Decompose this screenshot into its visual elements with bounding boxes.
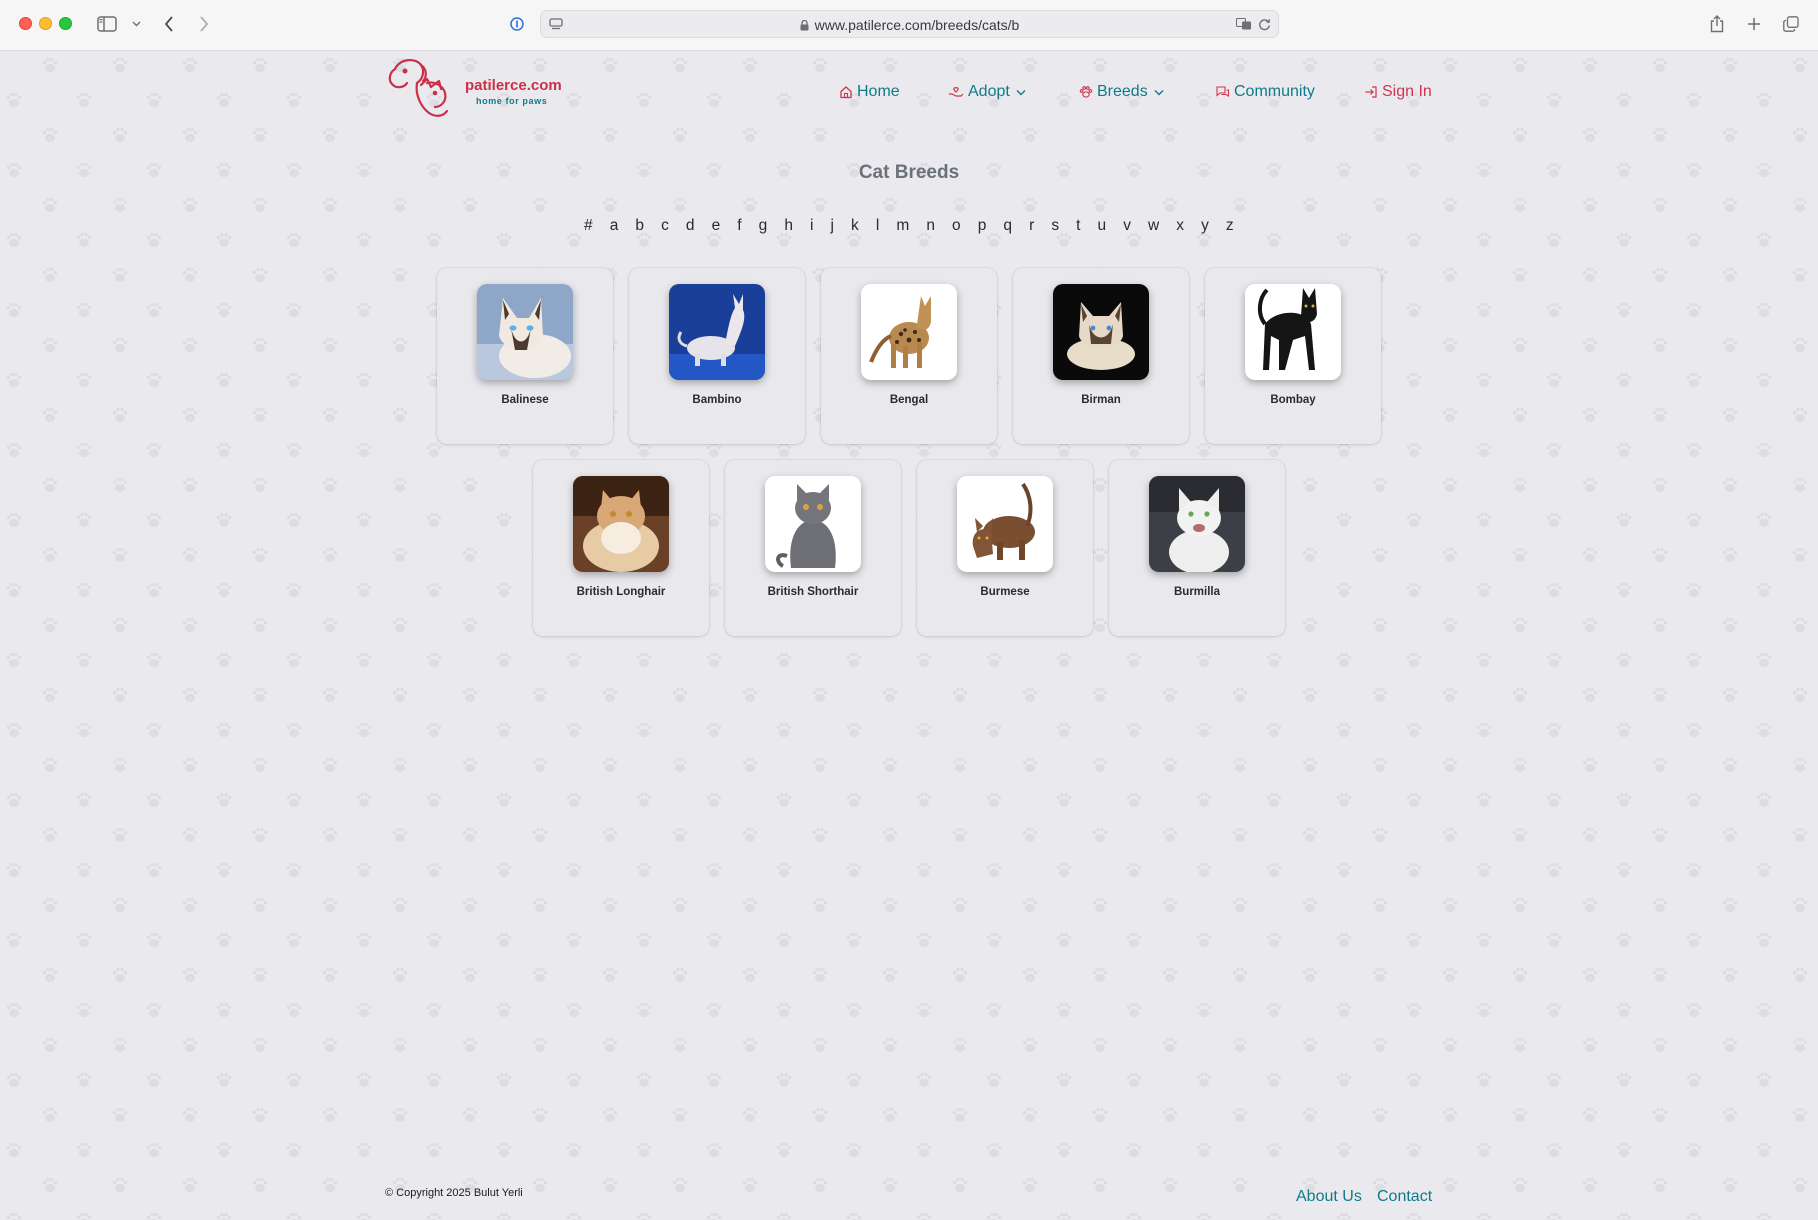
close-window-button[interactable] <box>19 17 32 30</box>
letter-link[interactable]: o <box>952 217 961 239</box>
paw-icon <box>1079 86 1093 98</box>
letter-link[interactable]: e <box>712 217 721 239</box>
maximize-window-button[interactable] <box>59 17 72 30</box>
letter-link[interactable]: y <box>1201 217 1209 239</box>
letter-link[interactable]: a <box>610 217 619 239</box>
letter-link[interactable]: b <box>635 217 644 239</box>
page-title: Cat Breeds <box>858 162 960 183</box>
nav-home[interactable]: Home <box>839 80 900 104</box>
breed-card-bambino[interactable]: Bambino <box>629 268 805 444</box>
nav-breeds[interactable]: Breeds <box>1079 80 1164 104</box>
breed-photo <box>957 476 1053 572</box>
letter-link[interactable]: t <box>1076 217 1080 239</box>
logo-tagline: home for paws <box>476 96 548 106</box>
chevron-down-icon <box>1154 89 1164 95</box>
letter-link[interactable]: z <box>1226 217 1234 239</box>
letter-link[interactable]: x <box>1176 217 1184 239</box>
share-icon[interactable] <box>1708 12 1726 36</box>
reload-icon[interactable] <box>1255 14 1273 34</box>
letter-link[interactable]: h <box>784 217 793 239</box>
letter-link[interactable]: j <box>831 217 834 239</box>
letter-link[interactable]: m <box>896 217 909 239</box>
breed-photo <box>477 284 573 380</box>
breed-card-bengal[interactable]: Bengal <box>821 268 997 444</box>
nav-home-label: Home <box>857 83 900 100</box>
tab-overview-icon[interactable] <box>1782 12 1800 36</box>
breed-photo <box>573 476 669 572</box>
breed-photo <box>861 284 957 380</box>
breed-photo <box>1245 284 1341 380</box>
sign-in-icon <box>1365 86 1377 98</box>
letter-link[interactable]: s <box>1051 217 1059 239</box>
breed-name: Burmilla <box>1173 586 1220 598</box>
site-logo[interactable]: patilerce.com home for paws <box>385 55 565 125</box>
breed-card-british-longhair[interactable]: British Longhair <box>533 460 709 636</box>
nav-sign-in-label: Sign In <box>1382 83 1432 100</box>
letter-link[interactable]: l <box>876 217 879 239</box>
letter-link[interactable]: g <box>759 217 768 239</box>
sidebar-toggle-icon[interactable] <box>96 12 118 36</box>
breed-photo <box>765 476 861 572</box>
letter-link[interactable]: w <box>1148 217 1159 239</box>
address-bar[interactable]: www.patilerce.com/breeds/cats/b <box>540 10 1279 38</box>
chevron-down-icon <box>1016 89 1026 95</box>
chevron-down-icon[interactable] <box>130 12 142 36</box>
nav-sign-in[interactable]: Sign In <box>1364 80 1432 104</box>
breed-name: Bengal <box>889 394 929 406</box>
letter-link[interactable]: r <box>1029 217 1034 239</box>
letter-link[interactable]: i <box>810 217 813 239</box>
chat-bubbles-icon <box>1216 86 1230 97</box>
breed-name: British Longhair <box>576 586 666 598</box>
letter-link[interactable]: q <box>1003 217 1012 239</box>
nav-adopt[interactable]: Adopt <box>948 80 1026 104</box>
nav-community-label: Community <box>1234 83 1315 100</box>
letter-link[interactable]: n <box>926 217 935 239</box>
logo-name: patilerce.com <box>465 77 562 94</box>
breed-card-british-shorthair[interactable]: British Shorthair <box>725 460 901 636</box>
minimize-window-button[interactable] <box>39 17 52 30</box>
letter-link[interactable]: # <box>584 217 593 239</box>
breed-card-birman[interactable]: Birman <box>1013 268 1189 444</box>
lock-icon <box>800 20 809 31</box>
breed-name: Burmese <box>980 586 1030 598</box>
breed-name: Birman <box>1081 394 1121 406</box>
nav-breeds-label: Breeds <box>1097 83 1148 100</box>
alphabet-filter: # a b c d e f g h i j k l m n o p q r s … <box>584 217 1234 239</box>
breed-photo <box>1149 476 1245 572</box>
letter-link[interactable]: f <box>737 217 741 239</box>
breed-card-burmilla[interactable]: Burmilla <box>1109 460 1285 636</box>
breed-name: Balinese <box>501 394 549 406</box>
letter-link[interactable]: p <box>978 217 987 239</box>
letter-link[interactable]: k <box>851 217 859 239</box>
forward-icon[interactable] <box>195 12 213 36</box>
web-page: patilerce.com home for paws Home Adopt B… <box>0 52 1818 1220</box>
letter-link[interactable]: d <box>686 217 695 239</box>
letter-link[interactable]: v <box>1123 217 1131 239</box>
nav-adopt-label: Adopt <box>968 83 1010 100</box>
nav-community[interactable]: Community <box>1215 80 1315 104</box>
letter-link[interactable]: c <box>661 217 669 239</box>
home-icon <box>840 86 852 99</box>
breed-card-bombay[interactable]: Bombay <box>1205 268 1381 444</box>
back-icon[interactable] <box>160 12 178 36</box>
new-tab-icon[interactable] <box>1745 12 1763 36</box>
breed-card-balinese[interactable]: Balinese <box>437 268 613 444</box>
letter-link[interactable]: u <box>1098 217 1107 239</box>
hand-heart-icon <box>949 87 964 97</box>
breed-name: British Shorthair <box>767 586 859 598</box>
url-text: www.patilerce.com/breeds/cats/b <box>814 17 1020 33</box>
breed-name: Bambino <box>692 394 742 406</box>
browser-toolbar: www.patilerce.com/breeds/cats/b <box>0 0 1818 51</box>
privacy-report-icon[interactable] <box>508 12 526 36</box>
copyright-text: © Copyright 2025 Bulut Yerli <box>385 1187 523 1199</box>
about-us-link[interactable]: About Us <box>1296 1188 1362 1206</box>
breed-card-burmese[interactable]: Burmese <box>917 460 1093 636</box>
breed-name: Bombay <box>1270 394 1316 406</box>
breed-photo <box>669 284 765 380</box>
contact-link[interactable]: Contact <box>1377 1188 1432 1206</box>
breed-photo <box>1053 284 1149 380</box>
translate-icon[interactable] <box>1235 14 1253 34</box>
dog-cat-logo-icon <box>388 59 449 117</box>
